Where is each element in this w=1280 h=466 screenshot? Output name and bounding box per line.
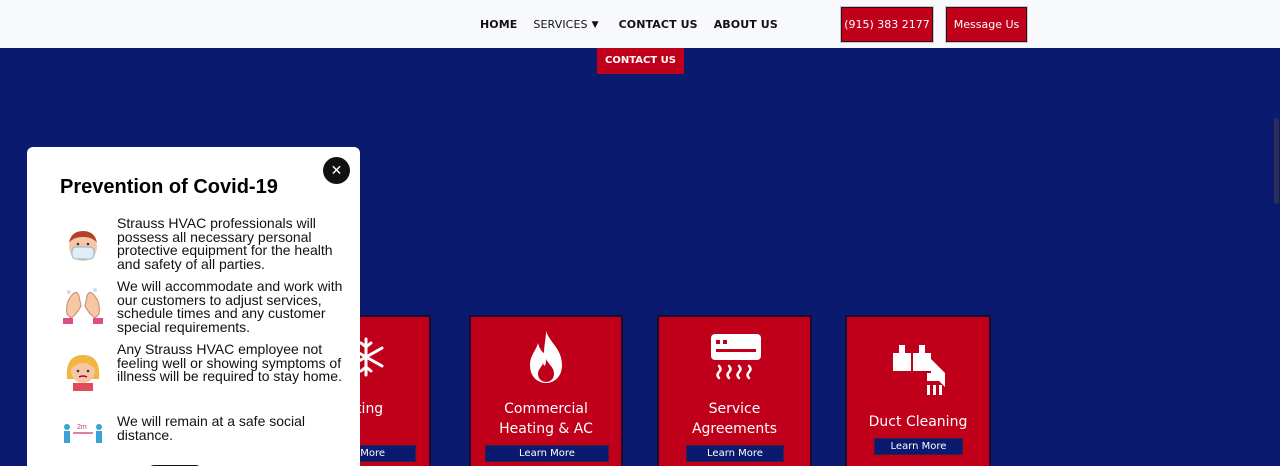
card-title-line1: Commercial [504, 401, 588, 417]
washing-hands-icon [63, 288, 103, 324]
card-title: Duct Cleaning [868, 414, 968, 430]
social-distance-icon: 2m [64, 424, 102, 443]
service-card-agreements[interactable]: Service Agreements Learn More [657, 315, 812, 466]
nav-about[interactable]: ABOUT US [714, 18, 778, 31]
air-conditioner-icon [711, 334, 761, 380]
popup-title: Prevention of Covid-19 [60, 176, 278, 198]
nav-services-label: SERVICES [533, 18, 588, 31]
caret-down-icon: ▼ [591, 19, 599, 30]
card-title-line2: Heating & AC [499, 421, 593, 437]
scrollbar-thumb[interactable] [1274, 118, 1279, 204]
service-card-duct-cleaning[interactable]: Duct Cleaning Learn More [845, 315, 991, 466]
covid-popup: Prevention of Covid-19 ✕ Strauss HVAC pr… [27, 147, 360, 466]
card-title-line1: Service [708, 401, 761, 417]
scrollbar[interactable] [1272, 48, 1280, 466]
popup-item-text: We will accommodate and work with our cu… [117, 278, 343, 335]
service-card-commercial[interactable]: Commercial Heating & AC Learn More [469, 315, 623, 466]
learn-more-button[interactable]: Learn More [874, 438, 963, 455]
popup-item-text: Any Strauss HVAC employee not feeling we… [117, 341, 342, 384]
phone-button[interactable]: (915) 383 2177 [841, 7, 933, 42]
site-header: HOME SERVICES ▼ CONTACT US ABOUT US (915… [0, 0, 1280, 48]
svg-text:2m: 2m [77, 424, 87, 431]
nav-contact[interactable]: CONTACT US [619, 18, 698, 31]
duct-icon [893, 345, 945, 395]
nav-services[interactable]: SERVICES ▼ [533, 18, 598, 31]
close-icon[interactable]: ✕ [323, 157, 350, 184]
learn-more-button[interactable]: Learn More [485, 445, 609, 462]
flame-icon [530, 331, 562, 383]
mask-face-icon [69, 231, 97, 261]
learn-more-button[interactable]: Learn More [686, 445, 784, 462]
card-title-line2: Agreements [691, 421, 778, 437]
main-nav: HOME SERVICES ▼ CONTACT US ABOUT US [480, 18, 778, 31]
message-us-button[interactable]: Message Us [946, 7, 1027, 42]
popup-item-text: Strauss HVAC professionals will possess … [117, 215, 333, 272]
nav-home[interactable]: HOME [480, 18, 517, 31]
sick-person-icon [66, 355, 100, 391]
popup-item-text: We will remain at a safe social distance… [117, 413, 306, 443]
